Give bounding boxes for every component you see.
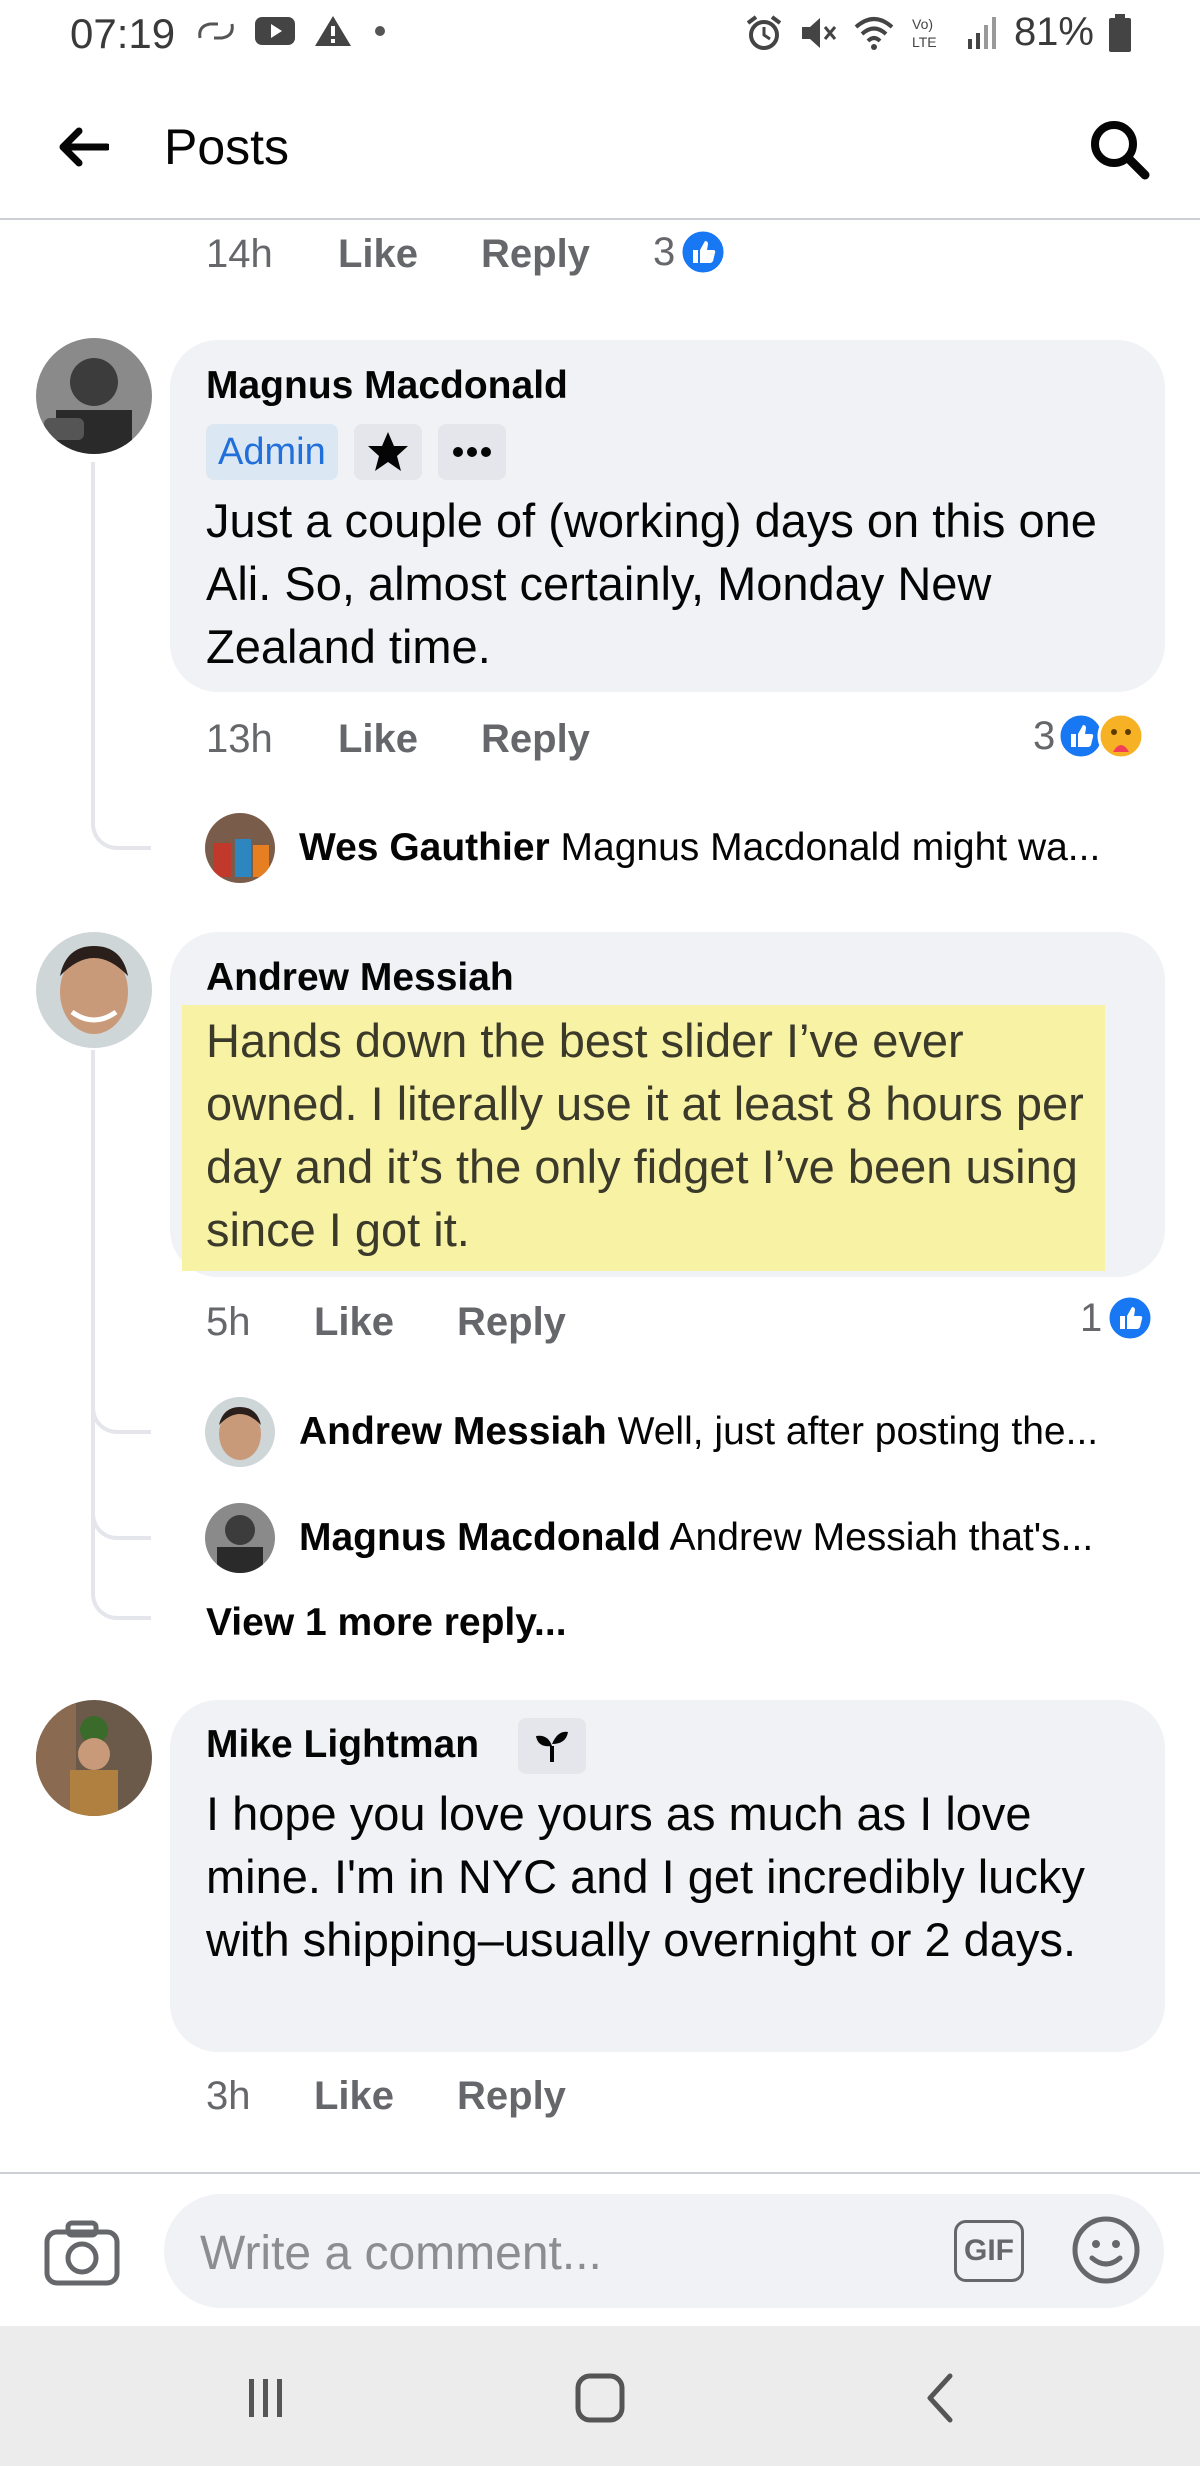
signal-icon xyxy=(967,16,996,49)
reply-button[interactable]: Reply xyxy=(457,1300,566,1345)
link-icon xyxy=(198,22,234,40)
care-reaction-icon xyxy=(1097,712,1145,760)
dot-icon xyxy=(375,26,385,36)
system-navigation-bar xyxy=(0,2326,1200,2466)
comment-author[interactable]: Mike Lightman xyxy=(206,1723,479,1767)
avatar[interactable] xyxy=(205,813,275,883)
like-reaction-icon xyxy=(679,228,727,276)
comment-time: 14h xyxy=(206,232,273,276)
thread-connector xyxy=(91,1486,151,1540)
emoji-button[interactable] xyxy=(1070,2214,1142,2286)
search-icon xyxy=(1091,121,1150,180)
status-bar: 07:19 Vo) LTE 81% xyxy=(0,0,1200,72)
recents-icon xyxy=(249,2379,282,2417)
reply-button[interactable]: Reply xyxy=(481,232,590,277)
reply-button[interactable]: Reply xyxy=(457,2074,566,2119)
thread-connector xyxy=(91,1380,151,1434)
view-more-replies-link[interactable]: View 1 more reply... xyxy=(206,1601,567,1645)
avatar[interactable] xyxy=(36,338,152,454)
reply-author: Wes Gauthier xyxy=(299,826,550,869)
comment-time: 5h xyxy=(206,1300,251,1344)
warning-icon xyxy=(315,16,351,46)
comment-actions: 5h Like Reply xyxy=(206,1300,806,1350)
comment-time: 13h xyxy=(206,717,273,761)
like-button[interactable]: Like xyxy=(338,232,418,277)
wifi-icon xyxy=(854,16,894,50)
reaction-count-label: 1 xyxy=(1080,1295,1103,1340)
youtube-icon xyxy=(255,17,295,45)
recent-apps-button[interactable] xyxy=(236,2370,296,2426)
comment-actions: 13h Like Reply xyxy=(206,717,806,767)
camera-button[interactable] xyxy=(44,2220,120,2286)
reply-snippet: Magnus Macdonald might wa... xyxy=(560,826,1101,869)
comment-input-placeholder[interactable]: Write a comment... xyxy=(200,2226,602,2281)
back-nav-button[interactable] xyxy=(910,2370,970,2426)
comment-actions: 3h Like Reply xyxy=(206,2074,806,2124)
search-button[interactable] xyxy=(1080,110,1160,190)
alarm-icon xyxy=(746,14,782,50)
avatar[interactable] xyxy=(205,1503,275,1573)
like-reaction-icon xyxy=(1106,1294,1154,1342)
app-header: Posts xyxy=(0,72,1200,220)
reply-preview[interactable]: Andrew Messiah Well, just after posting … xyxy=(299,1410,1169,1454)
svg-text:Vo): Vo) xyxy=(912,16,933,32)
reply-author: Andrew Messiah xyxy=(299,1410,607,1453)
comment-text: I hope you love yours as much as I love … xyxy=(206,1787,1085,1966)
top-contributor-badge[interactable] xyxy=(354,424,422,480)
comment-text: Hands down the best slider I’ve ever own… xyxy=(206,1014,1084,1256)
avatar[interactable] xyxy=(36,1700,152,1816)
reaction-count[interactable]: 3 xyxy=(653,228,727,276)
sprout-icon xyxy=(536,1731,568,1762)
camera-icon xyxy=(44,2220,120,2286)
like-button[interactable]: Like xyxy=(338,717,418,762)
reaction-count-label: 3 xyxy=(1033,713,1056,758)
smiley-icon xyxy=(1072,2216,1140,2284)
status-time: 07:19 xyxy=(70,10,176,57)
avatar[interactable] xyxy=(36,932,152,1048)
thread-connector xyxy=(91,1570,151,1620)
battery-icon xyxy=(1109,13,1131,52)
home-icon xyxy=(575,2373,625,2423)
reply-author: Magnus Macdonald xyxy=(299,1516,661,1559)
volte-icon: Vo) LTE xyxy=(912,16,937,50)
reaction-count[interactable]: 1 xyxy=(1080,1294,1154,1342)
more-options-button[interactable] xyxy=(438,424,506,480)
reply-preview[interactable]: Magnus Macdonald Andrew Messiah that's..… xyxy=(299,1516,1169,1560)
system-status-icons: Vo) LTE 81% xyxy=(744,10,1132,55)
reaction-count[interactable]: 3 xyxy=(1033,712,1145,760)
comment-composer: Write a comment... GIF xyxy=(0,2172,1200,2326)
reply-preview[interactable]: Wes Gauthier Magnus Macdonald might wa..… xyxy=(299,826,1169,870)
like-button[interactable]: Like xyxy=(314,2074,394,2119)
comment-author[interactable]: Andrew Messiah xyxy=(206,956,514,1000)
gif-button[interactable]: GIF xyxy=(954,2220,1024,2282)
mute-icon xyxy=(801,17,837,48)
page-title: Posts xyxy=(164,119,290,175)
comment-author[interactable]: Magnus Macdonald xyxy=(206,364,568,408)
new-member-badge[interactable] xyxy=(518,1718,586,1774)
chevron-left-icon xyxy=(927,2373,953,2423)
reply-snippet: Andrew Messiah that's... xyxy=(669,1516,1094,1559)
admin-badge[interactable]: Admin xyxy=(206,424,338,480)
reply-snippet: Well, just after posting the... xyxy=(617,1410,1099,1453)
notification-icons xyxy=(196,14,390,48)
comment-time: 3h xyxy=(206,2074,251,2118)
battery-percent: 81% xyxy=(1013,10,1094,54)
thread-line xyxy=(91,462,95,807)
back-button[interactable] xyxy=(48,112,118,182)
avatar[interactable] xyxy=(205,1397,275,1467)
ellipsis-icon xyxy=(453,447,491,457)
reply-button[interactable]: Reply xyxy=(481,717,590,762)
svg-text:LTE: LTE xyxy=(912,34,937,50)
like-button[interactable]: Like xyxy=(314,1300,394,1345)
thread-connector xyxy=(91,780,151,850)
star-icon xyxy=(368,432,408,471)
reaction-count-label: 3 xyxy=(653,229,676,274)
arrow-left-icon xyxy=(59,127,109,167)
home-button[interactable] xyxy=(570,2370,630,2426)
comment-text: Just a couple of (working) days on this … xyxy=(206,494,1097,673)
